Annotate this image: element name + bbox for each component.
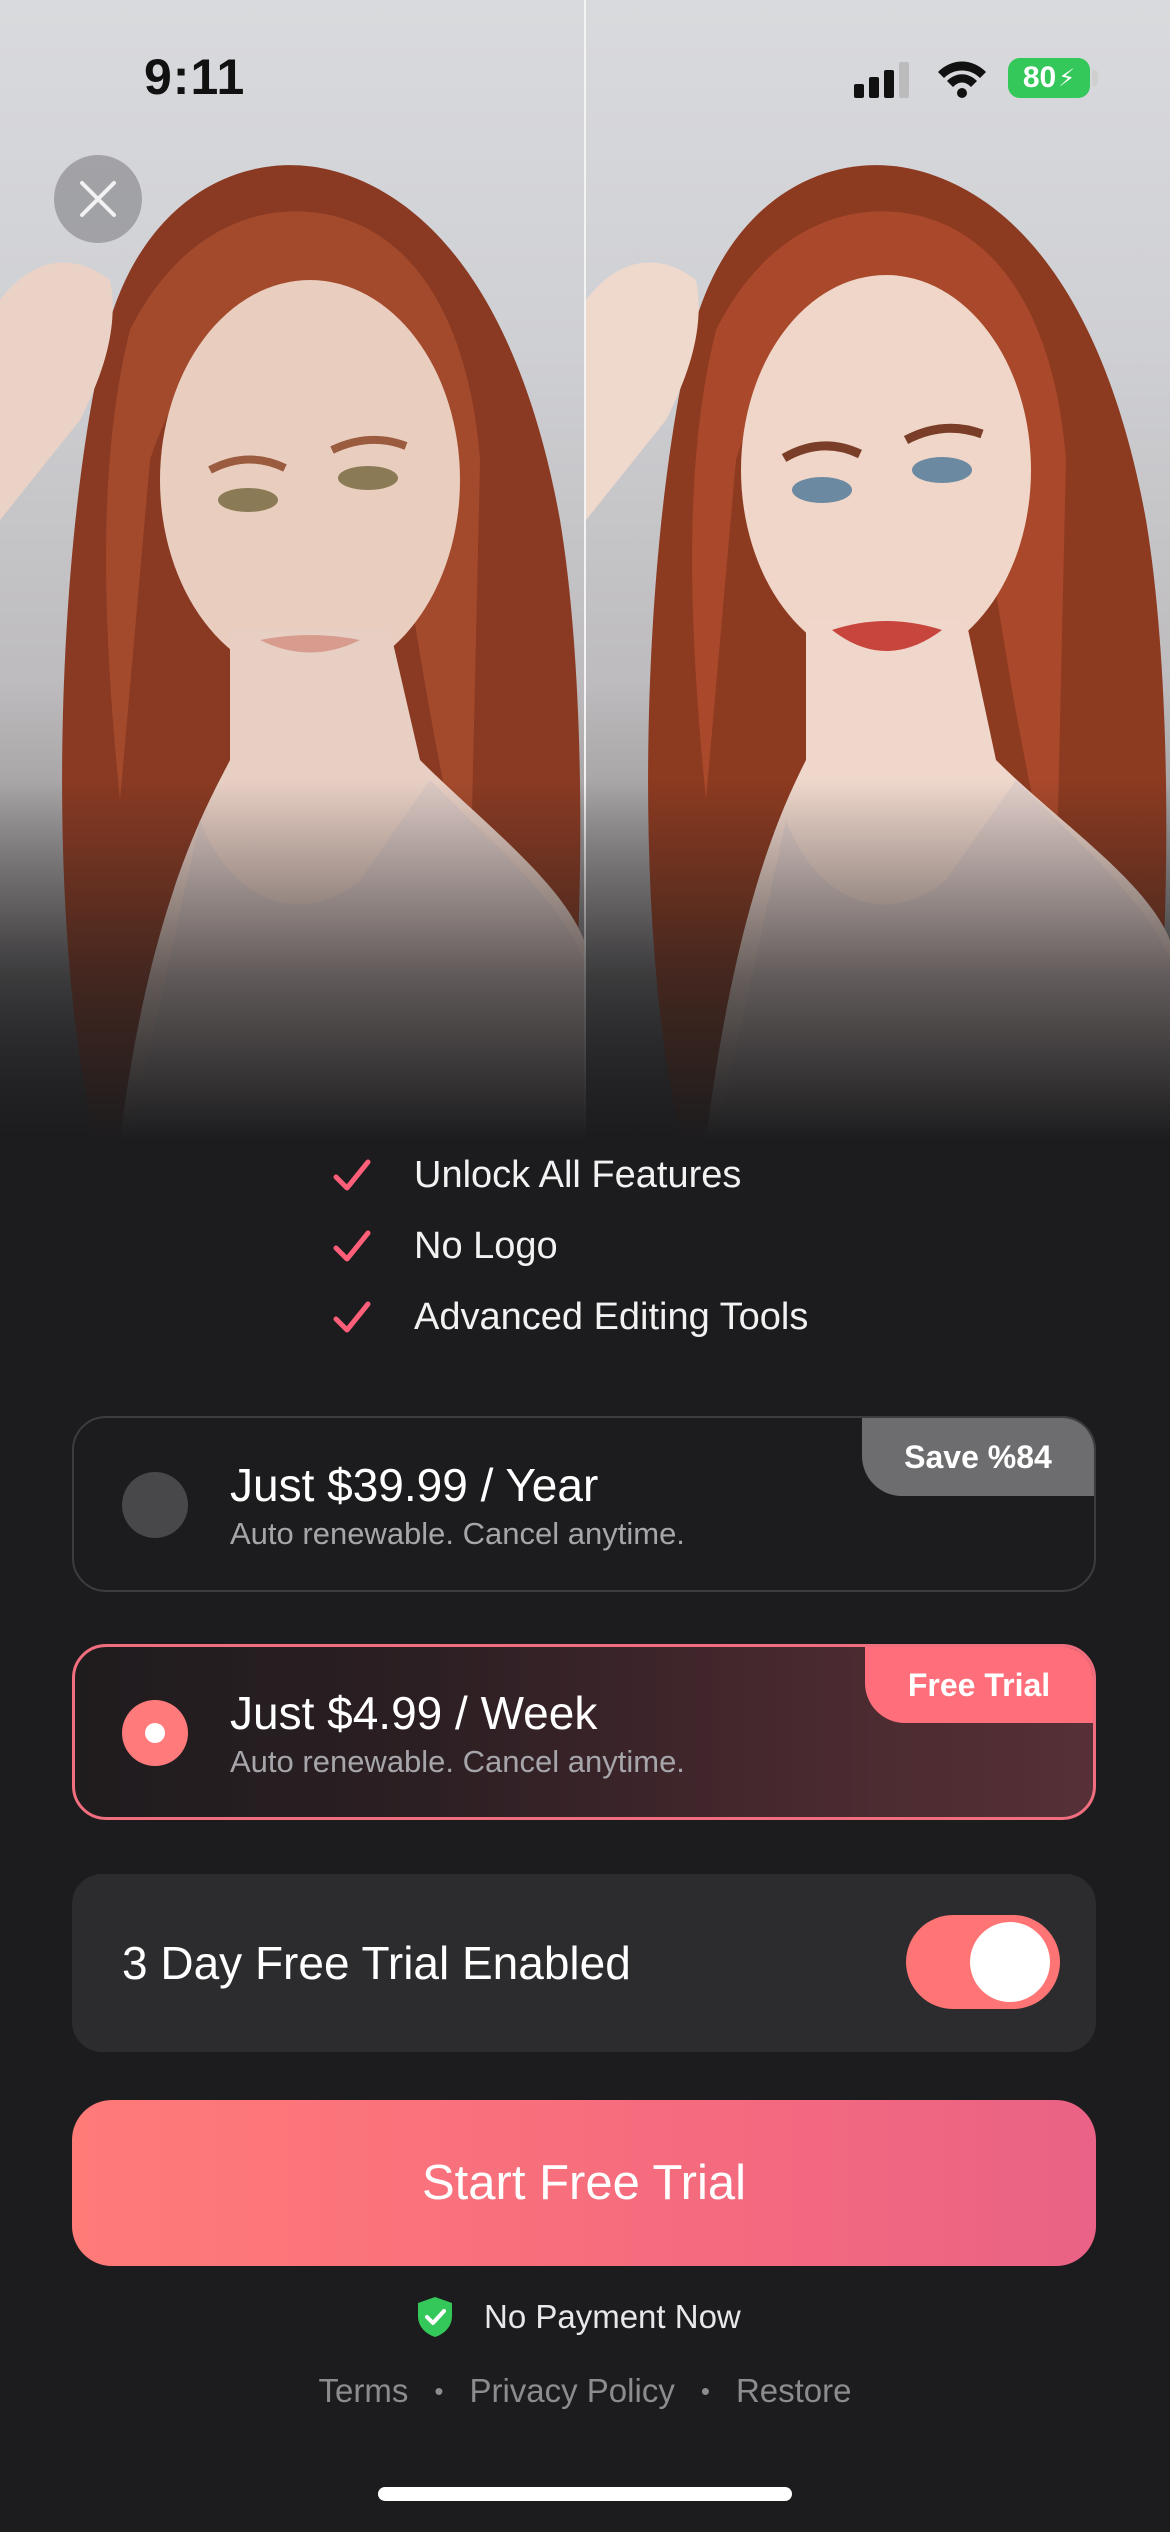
- close-button[interactable]: [54, 155, 142, 243]
- free-trial-toggle-row[interactable]: 3 Day Free Trial Enabled: [72, 1874, 1096, 2052]
- toggle-knob: [970, 1922, 1050, 2002]
- cellular-signal-icon: [854, 62, 909, 98]
- feature-label: Unlock All Features: [414, 1154, 742, 1196]
- battery-level: 80: [1022, 61, 1057, 94]
- charging-bolt-icon: ⚡: [1058, 64, 1076, 92]
- no-payment-label: No Payment Now: [484, 2298, 741, 2335]
- plan-radio-selected[interactable]: [122, 1700, 188, 1766]
- restore-link[interactable]: Restore: [736, 2372, 852, 2410]
- before-after-hero: [0, 0, 1170, 1140]
- feature-label: No Logo: [414, 1225, 558, 1267]
- battery-cap: [1092, 70, 1098, 86]
- free-trial-badge: Free Trial: [865, 1647, 1093, 1723]
- footer-separator: •: [700, 2375, 710, 2406]
- no-payment-note: No Payment Now: [416, 2296, 741, 2338]
- feature-item: No Logo: [332, 1211, 808, 1282]
- privacy-policy-link[interactable]: Privacy Policy: [469, 2372, 674, 2410]
- plan-title: Just $4.99 / Week: [230, 1687, 598, 1739]
- checkmark-icon: [333, 1230, 371, 1261]
- wifi-icon: [938, 61, 986, 98]
- plan-subtitle: Auto renewable. Cancel anytime.: [230, 1744, 685, 1779]
- feature-item: Unlock All Features: [332, 1140, 808, 1211]
- footer-separator: •: [434, 2375, 444, 2406]
- save-badge: Save %84: [862, 1418, 1094, 1496]
- plan-subtitle: Auto renewable. Cancel anytime.: [230, 1516, 685, 1551]
- home-indicator[interactable]: [378, 2487, 792, 2501]
- terms-link[interactable]: Terms: [318, 2372, 408, 2410]
- close-icon: [80, 181, 116, 217]
- free-trial-label: 3 Day Free Trial Enabled: [122, 1937, 631, 1989]
- checkmark-icon: [333, 1301, 371, 1332]
- plan-option-weekly[interactable]: Just $4.99 / Week Auto renewable. Cancel…: [72, 1644, 1096, 1820]
- hero-fade: [0, 780, 1170, 1140]
- feature-item: Advanced Editing Tools: [332, 1282, 808, 1353]
- footer-links: Terms • Privacy Policy • Restore: [0, 2372, 1170, 2410]
- feature-list: Unlock All Features No Logo Advanced Edi…: [332, 1140, 808, 1353]
- plan-title: Just $39.99 / Year: [230, 1459, 599, 1511]
- feature-label: Advanced Editing Tools: [414, 1296, 809, 1338]
- shield-check-icon: [418, 2297, 452, 2337]
- plan-option-yearly[interactable]: Just $39.99 / Year Auto renewable. Cance…: [72, 1416, 1096, 1592]
- checkmark-icon: [333, 1159, 371, 1190]
- free-trial-toggle[interactable]: [906, 1915, 1060, 2009]
- start-free-trial-button[interactable]: Start Free Trial: [72, 2100, 1096, 2266]
- plan-radio-unselected[interactable]: [122, 1472, 188, 1538]
- battery-indicator: 80 ⚡: [1008, 58, 1090, 98]
- status-time: 9:11: [144, 49, 246, 105]
